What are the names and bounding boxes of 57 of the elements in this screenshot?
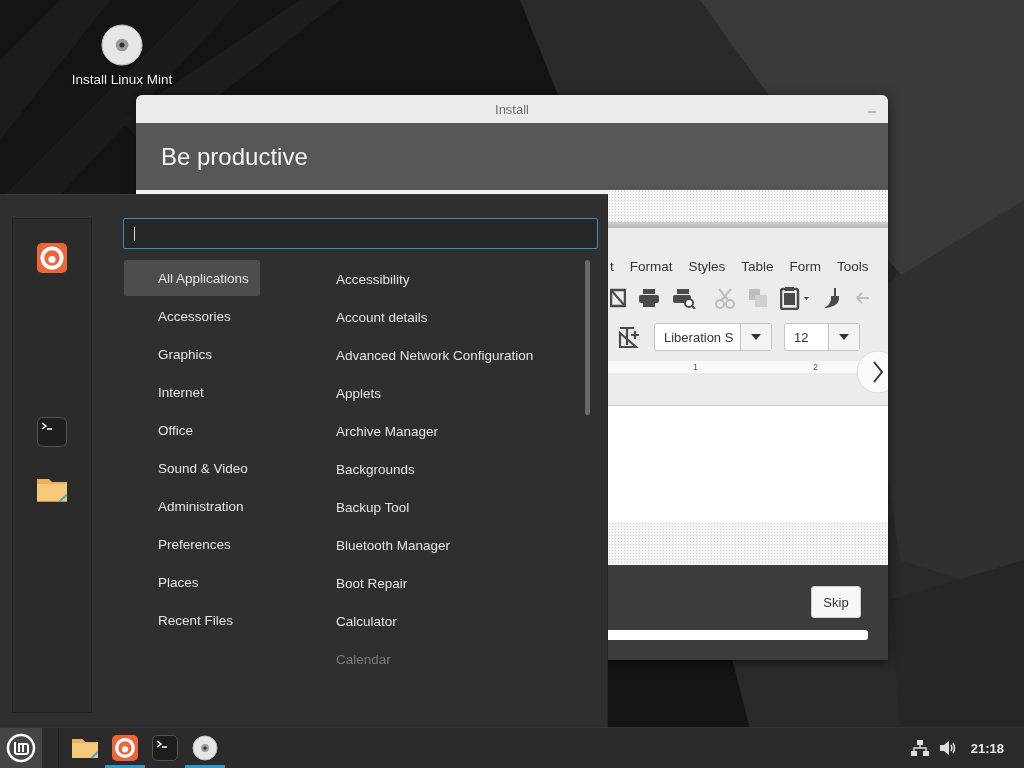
text-cursor (134, 226, 135, 241)
application-item[interactable]: Advanced Network Configuration (336, 336, 534, 374)
export-icon[interactable] (610, 287, 626, 309)
menu-button[interactable] (0, 728, 42, 768)
clock[interactable]: 21:18 (970, 740, 1004, 756)
print-icon[interactable] (638, 287, 660, 309)
disc-icon[interactable] (192, 735, 218, 761)
application-item[interactable]: Bluetooth Manager (336, 526, 534, 564)
category-item[interactable]: Administration (124, 488, 260, 524)
print-preview-icon[interactable] (672, 287, 696, 309)
dropdown-icon[interactable] (838, 333, 850, 341)
category-item[interactable]: Recent Files (124, 602, 260, 638)
category-item[interactable]: Sound & Video (124, 450, 260, 486)
menu-item[interactable]: t (610, 259, 614, 274)
brush-icon[interactable] (822, 287, 842, 309)
ruler-number: 1 (693, 362, 698, 372)
icon-label[interactable]: Install Linux Mint (71, 72, 173, 87)
category-item[interactable]: All Applications (124, 260, 260, 296)
menu-item[interactable]: Styles (688, 259, 726, 274)
category-item[interactable]: Graphics (124, 336, 260, 372)
application-item[interactable]: Calculator (336, 602, 534, 640)
skip-button[interactable]: Skip (811, 586, 861, 618)
application-item[interactable]: Boot Repair (336, 564, 534, 602)
menu-item[interactable]: Tools (837, 259, 869, 274)
clipboard-icon[interactable] (780, 286, 810, 310)
menu-item[interactable]: Format (629, 259, 673, 274)
mint-logo-icon[interactable] (6, 733, 36, 763)
search-field[interactable] (123, 218, 598, 249)
font-name-box[interactable]: Liberation S (654, 323, 772, 351)
application-item[interactable]: Accessibility (336, 260, 534, 298)
application-item[interactable]: Backup Tool (336, 488, 534, 526)
network-icon[interactable] (910, 740, 929, 756)
terminal-icon[interactable] (37, 417, 67, 447)
text-box-icon[interactable] (618, 325, 642, 349)
font-size-box[interactable]: 12 (784, 323, 860, 351)
category-item[interactable]: Accessories (124, 298, 260, 334)
disc-icon[interactable] (101, 24, 143, 66)
next-slide-icon[interactable] (856, 350, 888, 394)
dropdown-icon[interactable] (750, 333, 762, 341)
volume-icon[interactable] (938, 740, 957, 756)
category-item[interactable]: Preferences (124, 526, 260, 562)
category-item[interactable]: Internet (124, 374, 260, 410)
menu-item[interactable]: Table (741, 259, 774, 274)
application-item[interactable]: Account details (336, 298, 534, 336)
scrollbar-thumb[interactable] (585, 260, 590, 415)
terminal-icon[interactable] (152, 735, 178, 761)
browser-icon[interactable] (112, 735, 138, 761)
browser-icon[interactable] (37, 243, 67, 273)
category-item[interactable]: Office (124, 412, 260, 448)
application-item[interactable]: Backgrounds (336, 450, 534, 488)
window-title: Install (495, 101, 529, 117)
slide-heading: Be productive (161, 142, 308, 171)
ruler-number: 2 (813, 362, 819, 372)
category-item[interactable]: Places (124, 564, 260, 600)
application-item[interactable]: Applets (336, 374, 534, 412)
application-item[interactable]: Archive Manager (336, 412, 534, 450)
menu-item[interactable]: Form (789, 259, 822, 274)
